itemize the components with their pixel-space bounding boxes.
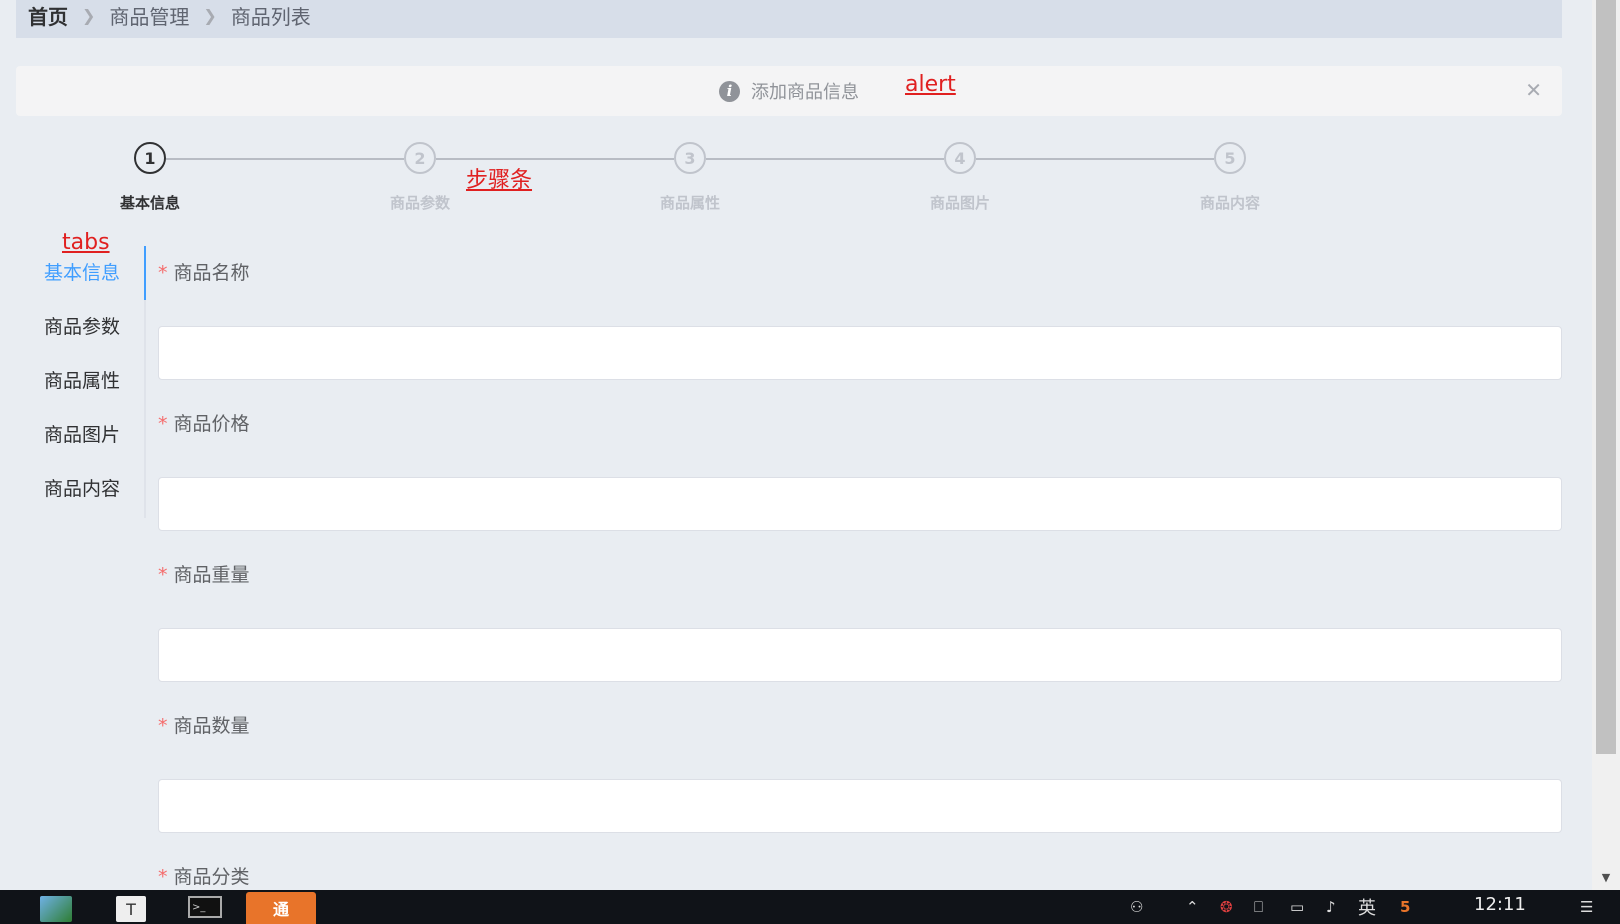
security-icon[interactable]: ❂ xyxy=(1220,890,1233,924)
network-icon[interactable]: ⎕ xyxy=(1254,890,1263,924)
form-label-weight: * 商品重量 xyxy=(158,560,1562,590)
form-item-category: * 商品分类 xyxy=(158,862,1562,890)
tab-goods-attrs[interactable]: 商品属性 xyxy=(44,354,120,408)
form-label-text: 商品重量 xyxy=(173,564,250,586)
people-icon[interactable]: ⚇ xyxy=(1130,890,1143,924)
required-mark: * xyxy=(158,262,168,284)
required-mark: * xyxy=(158,564,168,586)
alert-text: 添加商品信息 xyxy=(751,82,859,103)
form-label-text: 商品名称 xyxy=(173,262,250,284)
breadcrumb-home[interactable]: 首页 xyxy=(28,1,68,30)
form-label-number: * 商品数量 xyxy=(158,711,1562,741)
form-item-price: * 商品价格 xyxy=(158,409,1562,531)
step-4-icon: 4 xyxy=(944,142,976,174)
taskbar-clock[interactable]: 12:11 xyxy=(1474,890,1526,920)
form-label-text: 商品分类 xyxy=(173,866,250,888)
vertical-tabs: 基本信息 商品参数 商品属性 商品图片 商品内容 xyxy=(0,246,146,518)
text-editor-icon[interactable]: T xyxy=(116,896,146,922)
steps-bar: 1 2 3 4 5 基本信息 商品参数 商品属性 商品图片 商品内容 xyxy=(0,140,1592,220)
step-2-title: 商品参数 xyxy=(389,194,450,212)
required-mark: * xyxy=(158,866,168,888)
annotation-alert: alert xyxy=(905,72,956,97)
notification-icon[interactable]: ☰ xyxy=(1580,890,1593,924)
info-icon: i xyxy=(719,80,740,102)
tab-basic-info[interactable]: 基本信息 xyxy=(44,246,120,300)
volume-icon[interactable]: ♪ xyxy=(1326,890,1336,924)
step-connector xyxy=(166,158,404,160)
form-item-weight: * 商品重量 xyxy=(158,560,1562,682)
os-taskbar: T >_ 通 ⚇ ⌃ ❂ ⎕ ▭ ♪ 英 5 12:11 ☰ xyxy=(0,890,1620,924)
required-mark: * xyxy=(158,413,168,435)
terminal-icon[interactable]: >_ xyxy=(188,896,222,918)
step-4-title: 商品图片 xyxy=(929,194,990,212)
form-label-text: 商品数量 xyxy=(173,715,250,737)
breadcrumb-separator-icon: ❯ xyxy=(82,5,96,25)
tab-active-indicator xyxy=(144,246,146,300)
goods-name-input[interactable] xyxy=(158,326,1562,380)
photo-app-icon[interactable] xyxy=(40,896,72,922)
tab-goods-params[interactable]: 商品参数 xyxy=(44,300,120,354)
goods-price-input[interactable] xyxy=(158,477,1562,531)
scrollbar-thumb[interactable] xyxy=(1596,0,1616,754)
step-1-title: 基本信息 xyxy=(119,194,180,212)
active-app-icon[interactable]: 通 xyxy=(246,892,316,924)
breadcrumb-item-goods-list: 商品列表 xyxy=(230,4,311,29)
form-item-number: * 商品数量 xyxy=(158,711,1562,833)
breadcrumb-item-goods-management: 商品管理 xyxy=(109,4,190,29)
form-item-name: * 商品名称 xyxy=(158,258,1562,380)
app-viewport: 首页 ❯ 商品管理 ❯ 商品列表 i 添加商品信息 ✕ alert 步骤条 ta… xyxy=(0,0,1592,890)
form-label-category: * 商品分类 xyxy=(158,862,1562,890)
goods-number-input[interactable] xyxy=(158,779,1562,833)
breadcrumb: 首页 ❯ 商品管理 ❯ 商品列表 xyxy=(16,0,1562,38)
step-3-title: 商品属性 xyxy=(659,194,720,212)
close-icon[interactable]: ✕ xyxy=(1525,78,1542,102)
step-1-icon: 1 xyxy=(134,142,166,174)
step-3-icon: 3 xyxy=(674,142,706,174)
chevron-up-icon[interactable]: ⌃ xyxy=(1186,890,1199,924)
step-connector xyxy=(706,158,944,160)
tab-goods-content[interactable]: 商品内容 xyxy=(44,462,120,516)
info-alert: i 添加商品信息 ✕ xyxy=(16,66,1562,116)
breadcrumb-separator-icon: ❯ xyxy=(203,5,217,25)
display-icon[interactable]: ▭ xyxy=(1290,890,1304,924)
scroll-down-arrow-icon[interactable]: ▼ xyxy=(1592,868,1620,888)
step-5-icon: 5 xyxy=(1214,142,1246,174)
form-label-price: * 商品价格 xyxy=(158,409,1562,439)
required-mark: * xyxy=(158,715,168,737)
ime-indicator[interactable]: 英 xyxy=(1358,890,1376,924)
html5-icon[interactable]: 5 xyxy=(1400,890,1410,924)
tab-goods-images[interactable]: 商品图片 xyxy=(44,408,120,462)
step-5-title: 商品内容 xyxy=(1199,194,1260,212)
goods-weight-input[interactable] xyxy=(158,628,1562,682)
alert-content: i 添加商品信息 xyxy=(16,66,1562,116)
step-connector xyxy=(976,158,1214,160)
form-label-name: * 商品名称 xyxy=(158,258,1562,288)
form-label-text: 商品价格 xyxy=(173,413,250,435)
step-connector xyxy=(436,158,674,160)
step-2-icon: 2 xyxy=(404,142,436,174)
